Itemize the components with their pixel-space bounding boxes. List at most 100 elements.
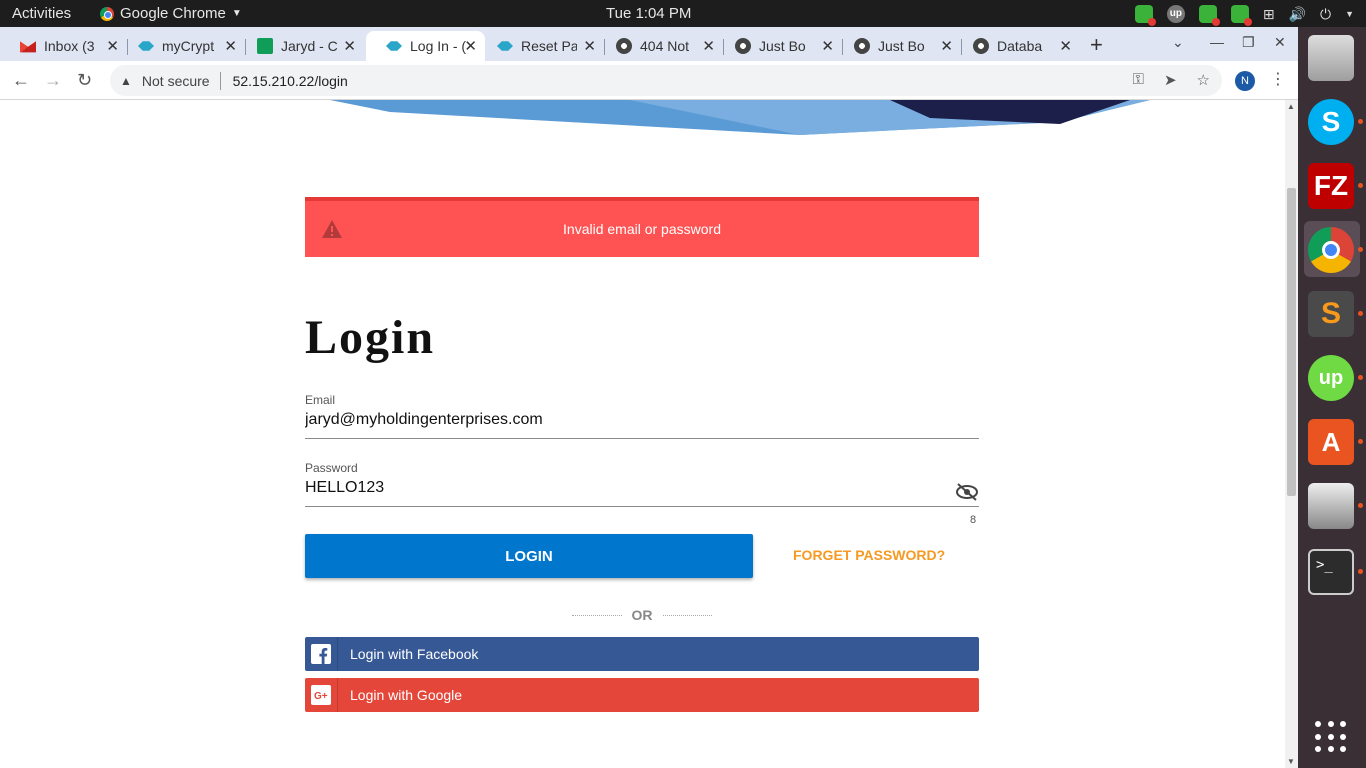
cube-icon [386, 41, 402, 51]
running-indicator [1358, 183, 1363, 188]
chevron-down-icon: ▼ [231, 8, 242, 19]
close-icon[interactable]: ✕ [821, 37, 834, 55]
window-close-icon[interactable]: ✕ [1274, 34, 1286, 51]
printer-icon[interactable] [1308, 483, 1354, 529]
password-input[interactable] [305, 479, 905, 497]
omnibox-actions: ⚿ ➤ ☆ [1133, 71, 1210, 89]
url-text[interactable]: 52.15.210.22/login [233, 73, 348, 89]
gmail-icon [20, 41, 36, 53]
cube-icon [138, 41, 154, 51]
tab-just-bo-1[interactable]: Just Bo ✕ [715, 31, 843, 61]
kebab-menu-icon[interactable]: ⋮ [1270, 69, 1286, 89]
app-menu-label: Google Chrome [120, 5, 226, 22]
sheets-icon [257, 38, 273, 54]
toolbar: ← → ↻ ▲ Not secure 52.15.210.22/login ⚿ … [0, 61, 1298, 100]
tab-404[interactable]: 404 Not ✕ [596, 31, 724, 61]
warning-triangle-icon[interactable]: ▲ [120, 74, 132, 88]
eye-off-icon[interactable] [955, 483, 979, 501]
divider-line [572, 614, 622, 616]
send-icon[interactable]: ➤ [1164, 71, 1177, 89]
facebook-icon [305, 637, 338, 671]
security-label[interactable]: Not secure [142, 73, 210, 89]
tab-search-chevron-icon[interactable]: ⌄ [1172, 34, 1184, 51]
key-icon[interactable]: ⚿ [1133, 71, 1144, 89]
back-arrow-icon[interactable]: ← [12, 70, 30, 91]
scroll-down-arrow-icon[interactable]: ▼ [1287, 757, 1295, 766]
forward-arrow-icon[interactable]: → [44, 70, 62, 91]
activities-button[interactable]: Activities [12, 5, 71, 22]
upwork-tray-icon[interactable]: up [1166, 5, 1185, 23]
or-divider: OR [572, 607, 712, 623]
close-icon[interactable]: ✕ [464, 37, 477, 55]
profile-avatar[interactable]: N [1235, 71, 1255, 91]
header-banner-graphic [330, 100, 1150, 135]
divider-line [662, 614, 712, 616]
star-icon[interactable]: ☆ [1197, 71, 1210, 89]
upwork-icon[interactable]: up [1308, 355, 1354, 401]
cube-icon [497, 41, 513, 51]
password-char-counter: 8 [970, 514, 977, 526]
close-icon[interactable]: ✕ [224, 37, 237, 55]
tab-title: Log In - ( [410, 38, 467, 54]
email-label: Email [305, 393, 336, 407]
or-text: OR [631, 607, 653, 623]
running-indicator [1358, 311, 1363, 316]
tab-database[interactable]: Databa ✕ [953, 31, 1080, 61]
reload-icon[interactable]: ↻ [77, 70, 92, 91]
sublime-icon[interactable]: S [1308, 291, 1354, 337]
network-icon[interactable]: ⊞ [1263, 6, 1275, 23]
scrollbar[interactable]: ▲ ▼ [1285, 100, 1298, 768]
tab-inbox[interactable]: Inbox (3 ✕ [0, 31, 128, 61]
close-icon[interactable]: ✕ [1059, 37, 1072, 55]
software-center-icon[interactable]: A [1308, 419, 1354, 465]
google-plus-icon: G+ [305, 678, 338, 712]
chrome-icon [100, 6, 114, 21]
running-indicator [1358, 569, 1363, 574]
tab-title: myCrypt [162, 38, 215, 54]
skype-icon[interactable]: S [1308, 99, 1354, 145]
volume-icon[interactable]: 🔊 [1289, 6, 1306, 23]
close-icon[interactable]: ✕ [583, 37, 596, 55]
email-input[interactable] [305, 411, 905, 429]
security-status-icon[interactable] [1134, 5, 1156, 26]
running-indicator [1358, 119, 1363, 124]
scroll-up-arrow-icon[interactable]: ▲ [1287, 102, 1295, 111]
globe-icon [735, 38, 751, 54]
facebook-login-label: Login with Facebook [350, 646, 479, 662]
facebook-login-button[interactable]: Login with Facebook [305, 637, 979, 671]
power-icon[interactable]: ⏻ [1320, 6, 1331, 23]
login-button[interactable]: LOGIN [305, 534, 753, 578]
close-icon[interactable]: ✕ [702, 37, 715, 55]
security-status-icon[interactable] [1198, 5, 1220, 26]
new-tab-plus-icon[interactable]: + [1090, 32, 1103, 58]
page-viewport: Invalid email or password Login Email Pa… [0, 100, 1285, 768]
clock[interactable]: Tue 1:04 PM [606, 5, 691, 22]
show-apps-icon[interactable] [1315, 721, 1347, 753]
chrome-icon[interactable] [1308, 227, 1354, 273]
tab-reset-password[interactable]: Reset Pa ✕ [477, 31, 605, 61]
scrollbar-thumb[interactable] [1287, 188, 1296, 496]
tab-jaryd[interactable]: Jaryd - C ✕ [237, 31, 364, 61]
filezilla-icon[interactable]: FZ [1308, 163, 1354, 209]
terminal-icon[interactable]: >_ [1308, 549, 1354, 595]
google-login-label: Login with Google [350, 687, 463, 703]
dock: S FZ S up A >_ [1298, 27, 1366, 768]
page-title: Login [305, 311, 436, 364]
minimize-icon[interactable]: — [1210, 34, 1224, 50]
app-menu[interactable]: Google Chrome ▼ [100, 5, 242, 22]
tab-login[interactable]: Log In - ( ✕ [366, 31, 485, 61]
tab-mycrypt[interactable]: myCrypt ✕ [118, 31, 246, 61]
password-field: Password [305, 461, 979, 507]
close-icon[interactable]: ✕ [343, 37, 356, 55]
files-icon[interactable] [1308, 35, 1354, 81]
security-status-icon[interactable] [1230, 5, 1252, 26]
close-icon[interactable]: ✕ [940, 37, 953, 55]
forget-password-link[interactable]: FORGET PASSWORD? [793, 547, 945, 563]
maximize-icon[interactable]: ❐ [1242, 34, 1255, 51]
chevron-down-icon[interactable]: ▼ [1345, 9, 1354, 19]
google-login-button[interactable]: G+ Login with Google [305, 678, 979, 712]
address-bar[interactable]: ▲ Not secure 52.15.210.22/login ⚿ ➤ ☆ [110, 65, 1222, 96]
warning-triangle-icon [322, 220, 342, 238]
system-tray: up ⊞ 🔊 ⏻ ▼ [1134, 3, 1354, 26]
tab-just-bo-2[interactable]: Just Bo ✕ [834, 31, 962, 61]
